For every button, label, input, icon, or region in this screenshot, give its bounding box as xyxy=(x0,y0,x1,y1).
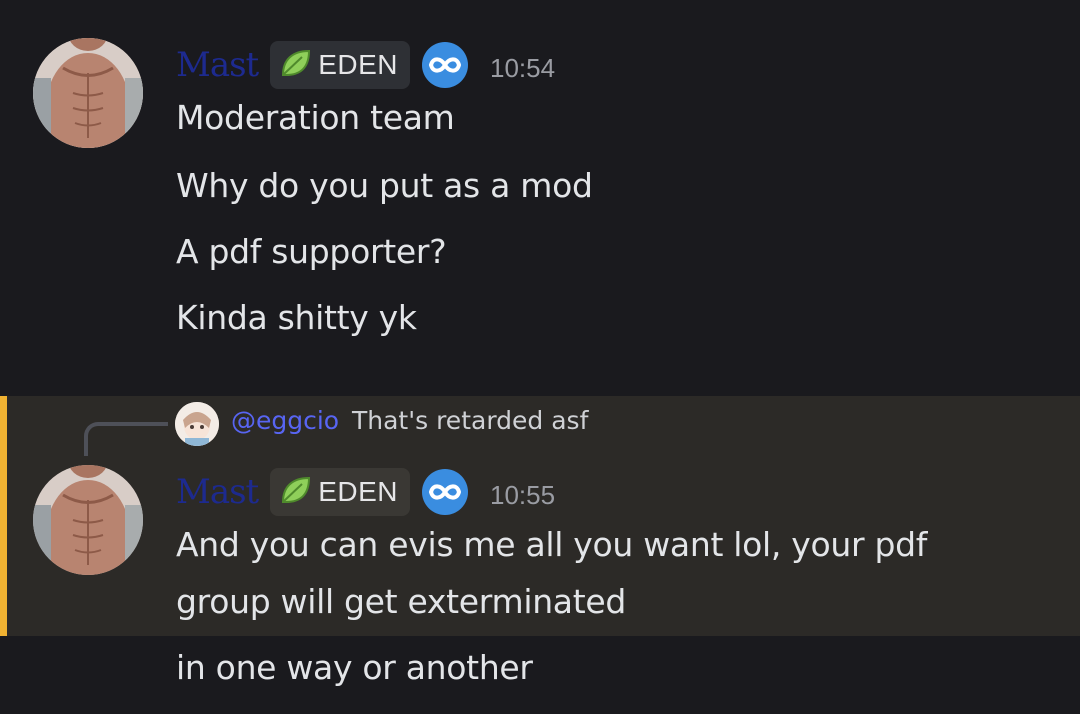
message-timestamp: 10:54 xyxy=(490,52,556,83)
reply-preview[interactable]: @eggcio That's retarded asf xyxy=(84,396,784,456)
message-line: A pdf supporter? xyxy=(176,232,447,271)
reply-spine xyxy=(84,422,168,456)
avatar[interactable] xyxy=(33,465,143,575)
leaf-icon xyxy=(280,475,312,509)
message-line: group will get exterminated xyxy=(176,582,627,621)
message-line: And you can evis me all you want lol, yo… xyxy=(176,525,928,564)
reply-mention[interactable]: @eggcio xyxy=(231,406,339,435)
infinity-icon[interactable] xyxy=(422,42,468,88)
message-group: Mast EDEN 10:54 Moderation team Why do y… xyxy=(0,0,1080,396)
username[interactable]: Mast xyxy=(176,472,259,512)
message-timestamp: 10:55 xyxy=(490,479,556,510)
reply-text: That's retarded asf xyxy=(352,406,589,435)
server-tag-label: EDEN xyxy=(318,476,398,507)
server-tag[interactable]: EDEN xyxy=(270,468,410,516)
username[interactable]: Mast xyxy=(176,45,259,85)
reply-avatar[interactable] xyxy=(175,402,219,446)
message-line: Kinda shitty yk xyxy=(176,298,417,337)
message-line: Moderation team xyxy=(176,98,455,137)
message-line: Why do you put as a mod xyxy=(176,166,593,205)
server-tag[interactable]: EDEN xyxy=(270,41,410,89)
message-group-highlighted: @eggcio That's retarded asf Mast EDEN 10… xyxy=(0,396,1080,636)
leaf-icon xyxy=(280,48,312,82)
message-line: in one way or another xyxy=(176,648,533,687)
mention-highlight-bar xyxy=(0,396,7,636)
avatar[interactable] xyxy=(33,38,143,148)
message-header: Mast EDEN 10:55 xyxy=(176,467,555,517)
infinity-icon[interactable] xyxy=(422,469,468,515)
chat-log: Mast EDEN 10:54 Moderation team Why do y… xyxy=(0,0,1080,714)
server-tag-label: EDEN xyxy=(318,49,398,80)
message-header: Mast EDEN 10:54 xyxy=(176,40,555,90)
